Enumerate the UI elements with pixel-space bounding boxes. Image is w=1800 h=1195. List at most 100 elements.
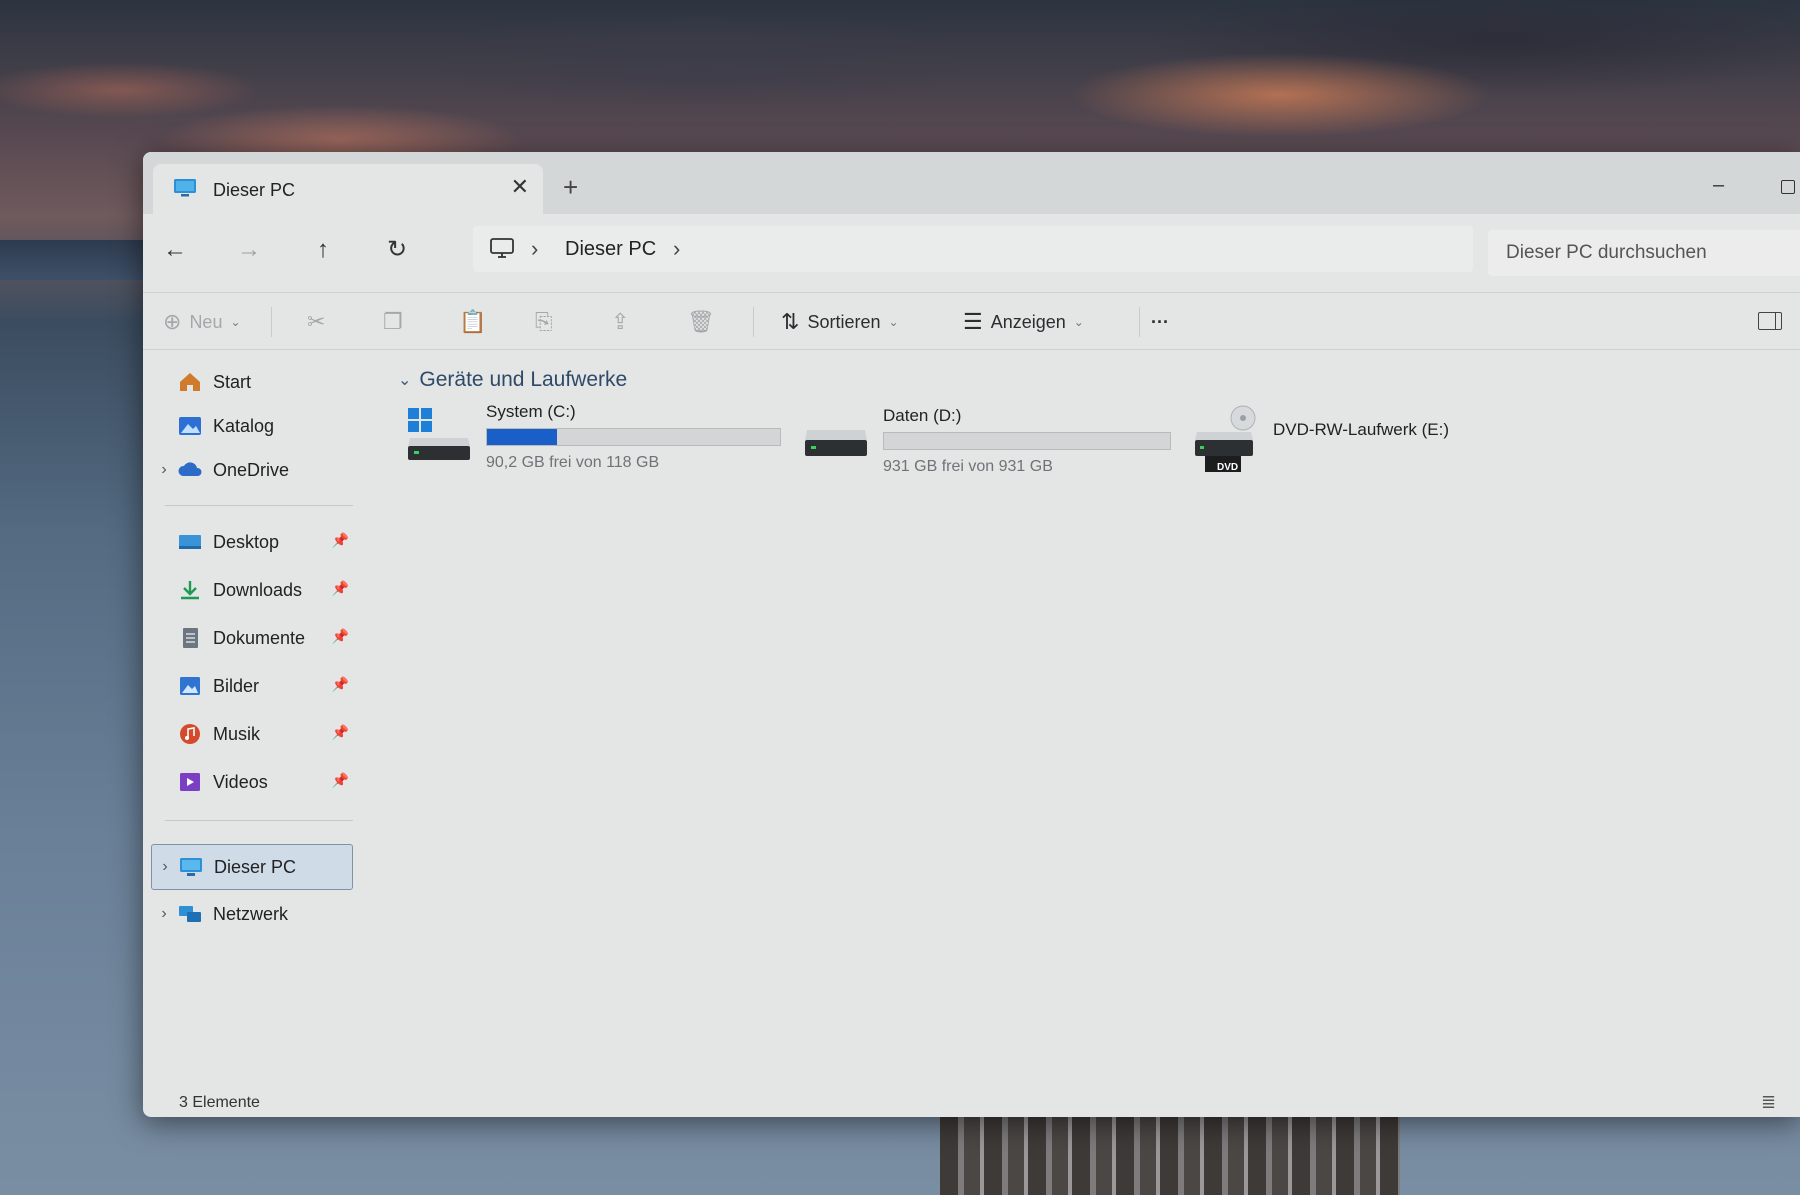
sidebar-item-start[interactable]: Start <box>151 362 353 402</box>
gallery-icon <box>179 417 201 435</box>
sidebar-divider <box>165 820 353 821</box>
desktop-icon <box>179 535 201 549</box>
new-button[interactable]: ⊕ Neu ⌄ <box>163 305 241 339</box>
delete-button[interactable]: 🗑 <box>687 305 715 339</box>
sidebar-item-label: Start <box>213 371 252 392</box>
chevron-down-icon: ⌄ <box>230 315 241 329</box>
pc-icon <box>174 179 196 197</box>
details-view-icon[interactable]: ≣ <box>1761 1092 1776 1113</box>
new-tab-button[interactable]: + <box>563 172 578 203</box>
sidebar-item-label: Bilder <box>213 675 260 696</box>
sidebar-item-label: Downloads <box>213 579 303 600</box>
pin-icon[interactable]: 📌 <box>332 628 349 645</box>
copy-icon: ❐ <box>383 309 403 334</box>
status-bar: 3 Elemente ≣ <box>143 1090 1800 1117</box>
sidebar-item-katalog[interactable]: Katalog <box>151 406 353 446</box>
breadcrumb-separator-icon[interactable]: › <box>673 236 680 262</box>
divider <box>271 307 272 337</box>
drive-e[interactable]: DVD DVD-RW-Laufwerk (E:) <box>1193 398 1493 488</box>
paste-icon: 📋 <box>459 309 487 334</box>
share-icon: ⇪ <box>611 309 630 334</box>
group-title: Geräte und Laufwerke <box>419 368 628 391</box>
close-tab-icon[interactable]: ✕ <box>511 174 529 200</box>
usage-bar <box>883 432 1171 450</box>
scissors-icon: ✂ <box>307 309 326 334</box>
sidebar-item-netzwerk[interactable]: › Netzwerk <box>151 894 353 934</box>
minimize-button[interactable]: – <box>1713 174 1724 197</box>
sort-label: Sortieren <box>807 311 881 332</box>
details-pane-button[interactable] <box>1758 312 1782 330</box>
address-bar[interactable]: › Dieser PC › <box>473 226 1473 272</box>
copy-button[interactable]: ❐ <box>383 305 403 339</box>
usage-bar <box>486 428 781 446</box>
view-list-icon: ☰ <box>963 309 983 334</box>
trash-icon: 🗑 <box>687 309 715 334</box>
drive-free-space: 931 GB frei von 931 GB <box>883 458 1053 475</box>
sidebar-item-label: Dokumente <box>213 627 306 648</box>
windows-drive-icon <box>408 408 470 460</box>
more-icon: ··· <box>1151 311 1169 332</box>
pin-icon[interactable]: 📌 <box>332 532 349 549</box>
drive-name: System (C:) <box>486 402 576 421</box>
search-input[interactable]: Dieser PC durchsuchen <box>1488 230 1800 276</box>
drive-free-space: 90,2 GB frei von 118 GB <box>486 454 660 471</box>
pin-icon[interactable]: 📌 <box>332 772 349 789</box>
forward-button[interactable]: → <box>231 232 267 268</box>
network-icon <box>179 906 201 922</box>
sidebar-item-dieser-pc[interactable]: › Dieser PC <box>151 844 353 890</box>
share-button[interactable]: ⇪ <box>611 305 629 339</box>
sidebar-item-label: Dieser PC <box>214 856 297 877</box>
drive-name: Daten (D:) <box>883 406 962 425</box>
rename-icon: ⎘ <box>535 309 553 334</box>
sidebar-item-downloads[interactable]: Downloads 📌 <box>151 570 353 610</box>
view-button[interactable]: ☰ Anzeigen ⌄ <box>963 305 1084 339</box>
sidebar-item-videos[interactable]: Videos 📌 <box>151 762 353 802</box>
sidebar-item-desktop[interactable]: Desktop 📌 <box>151 522 353 562</box>
pin-icon[interactable]: 📌 <box>332 724 349 741</box>
sidebar-item-musik[interactable]: Musik 📌 <box>151 714 353 754</box>
wallpaper-horizon <box>0 240 160 280</box>
plus-circle-icon: ⊕ <box>163 309 182 334</box>
drive-d[interactable]: Daten (D:) 931 GB frei von 931 GB <box>803 398 1183 488</box>
hard-drive-icon <box>805 430 867 456</box>
sidebar-item-label: Videos <box>213 771 268 792</box>
up-button[interactable]: ↑ <box>305 232 341 268</box>
breadcrumb-dieser-pc[interactable]: Dieser PC <box>565 238 656 261</box>
pin-icon[interactable]: 📌 <box>332 676 349 693</box>
wallpaper-pier <box>940 1110 1400 1195</box>
more-options-button[interactable]: ··· <box>1151 305 1169 339</box>
sidebar-item-bilder[interactable]: Bilder 📌 <box>151 666 353 706</box>
tab-dieser-pc[interactable]: Dieser PC ✕ <box>153 164 543 214</box>
refresh-button[interactable]: ↻ <box>379 232 415 268</box>
group-header-devices[interactable]: ⌄ Geräte und Laufwerke <box>398 368 627 392</box>
sidebar-item-label: Desktop <box>213 531 280 552</box>
document-icon <box>183 628 198 648</box>
command-bar: ⊕ Neu ⌄ ✂ ❐ 📋 ⎘ ⇪ 🗑 ⇅ Sortieren ⌄ ☰ Anze… <box>143 292 1800 350</box>
sort-button[interactable]: ⇅ Sortieren ⌄ <box>781 305 899 339</box>
usage-fill <box>487 429 558 445</box>
chevron-down-icon: ⌄ <box>398 372 412 389</box>
view-label: Anzeigen <box>990 311 1066 332</box>
divider <box>753 307 754 337</box>
maximize-button[interactable] <box>1781 180 1795 194</box>
navigation-bar: ← → ↑ ↻ › Dieser PC › Dieser PC durchsuc… <box>143 214 1800 284</box>
monitor-icon <box>490 238 514 258</box>
item-count: 3 Elemente <box>179 1094 260 1111</box>
videos-icon <box>180 773 200 791</box>
sidebar-item-dokumente[interactable]: Dokumente 📌 <box>151 618 353 658</box>
sidebar-item-label: OneDrive <box>213 459 290 480</box>
chevron-right-icon[interactable]: › <box>151 905 177 923</box>
tab-title: Dieser PC <box>213 180 296 200</box>
paste-button[interactable]: 📋 <box>459 305 486 339</box>
cut-button[interactable]: ✂ <box>307 305 325 339</box>
breadcrumb-separator-icon[interactable]: › <box>531 236 538 262</box>
sidebar-item-onedrive[interactable]: › OneDrive <box>151 450 353 490</box>
chevron-right-icon[interactable]: › <box>152 858 178 876</box>
back-button[interactable]: ← <box>157 232 193 268</box>
sidebar-item-label: Katalog <box>213 415 275 436</box>
chevron-right-icon[interactable]: › <box>151 461 177 479</box>
pin-icon[interactable]: 📌 <box>332 580 349 597</box>
file-explorer-window: Dieser PC ✕ + – ← → ↑ ↻ › Dieser PC › Di… <box>143 152 1800 1117</box>
drive-c[interactable]: System (C:) 90,2 GB frei von 118 GB <box>406 398 786 488</box>
rename-button[interactable]: ⎘ <box>535 305 553 339</box>
